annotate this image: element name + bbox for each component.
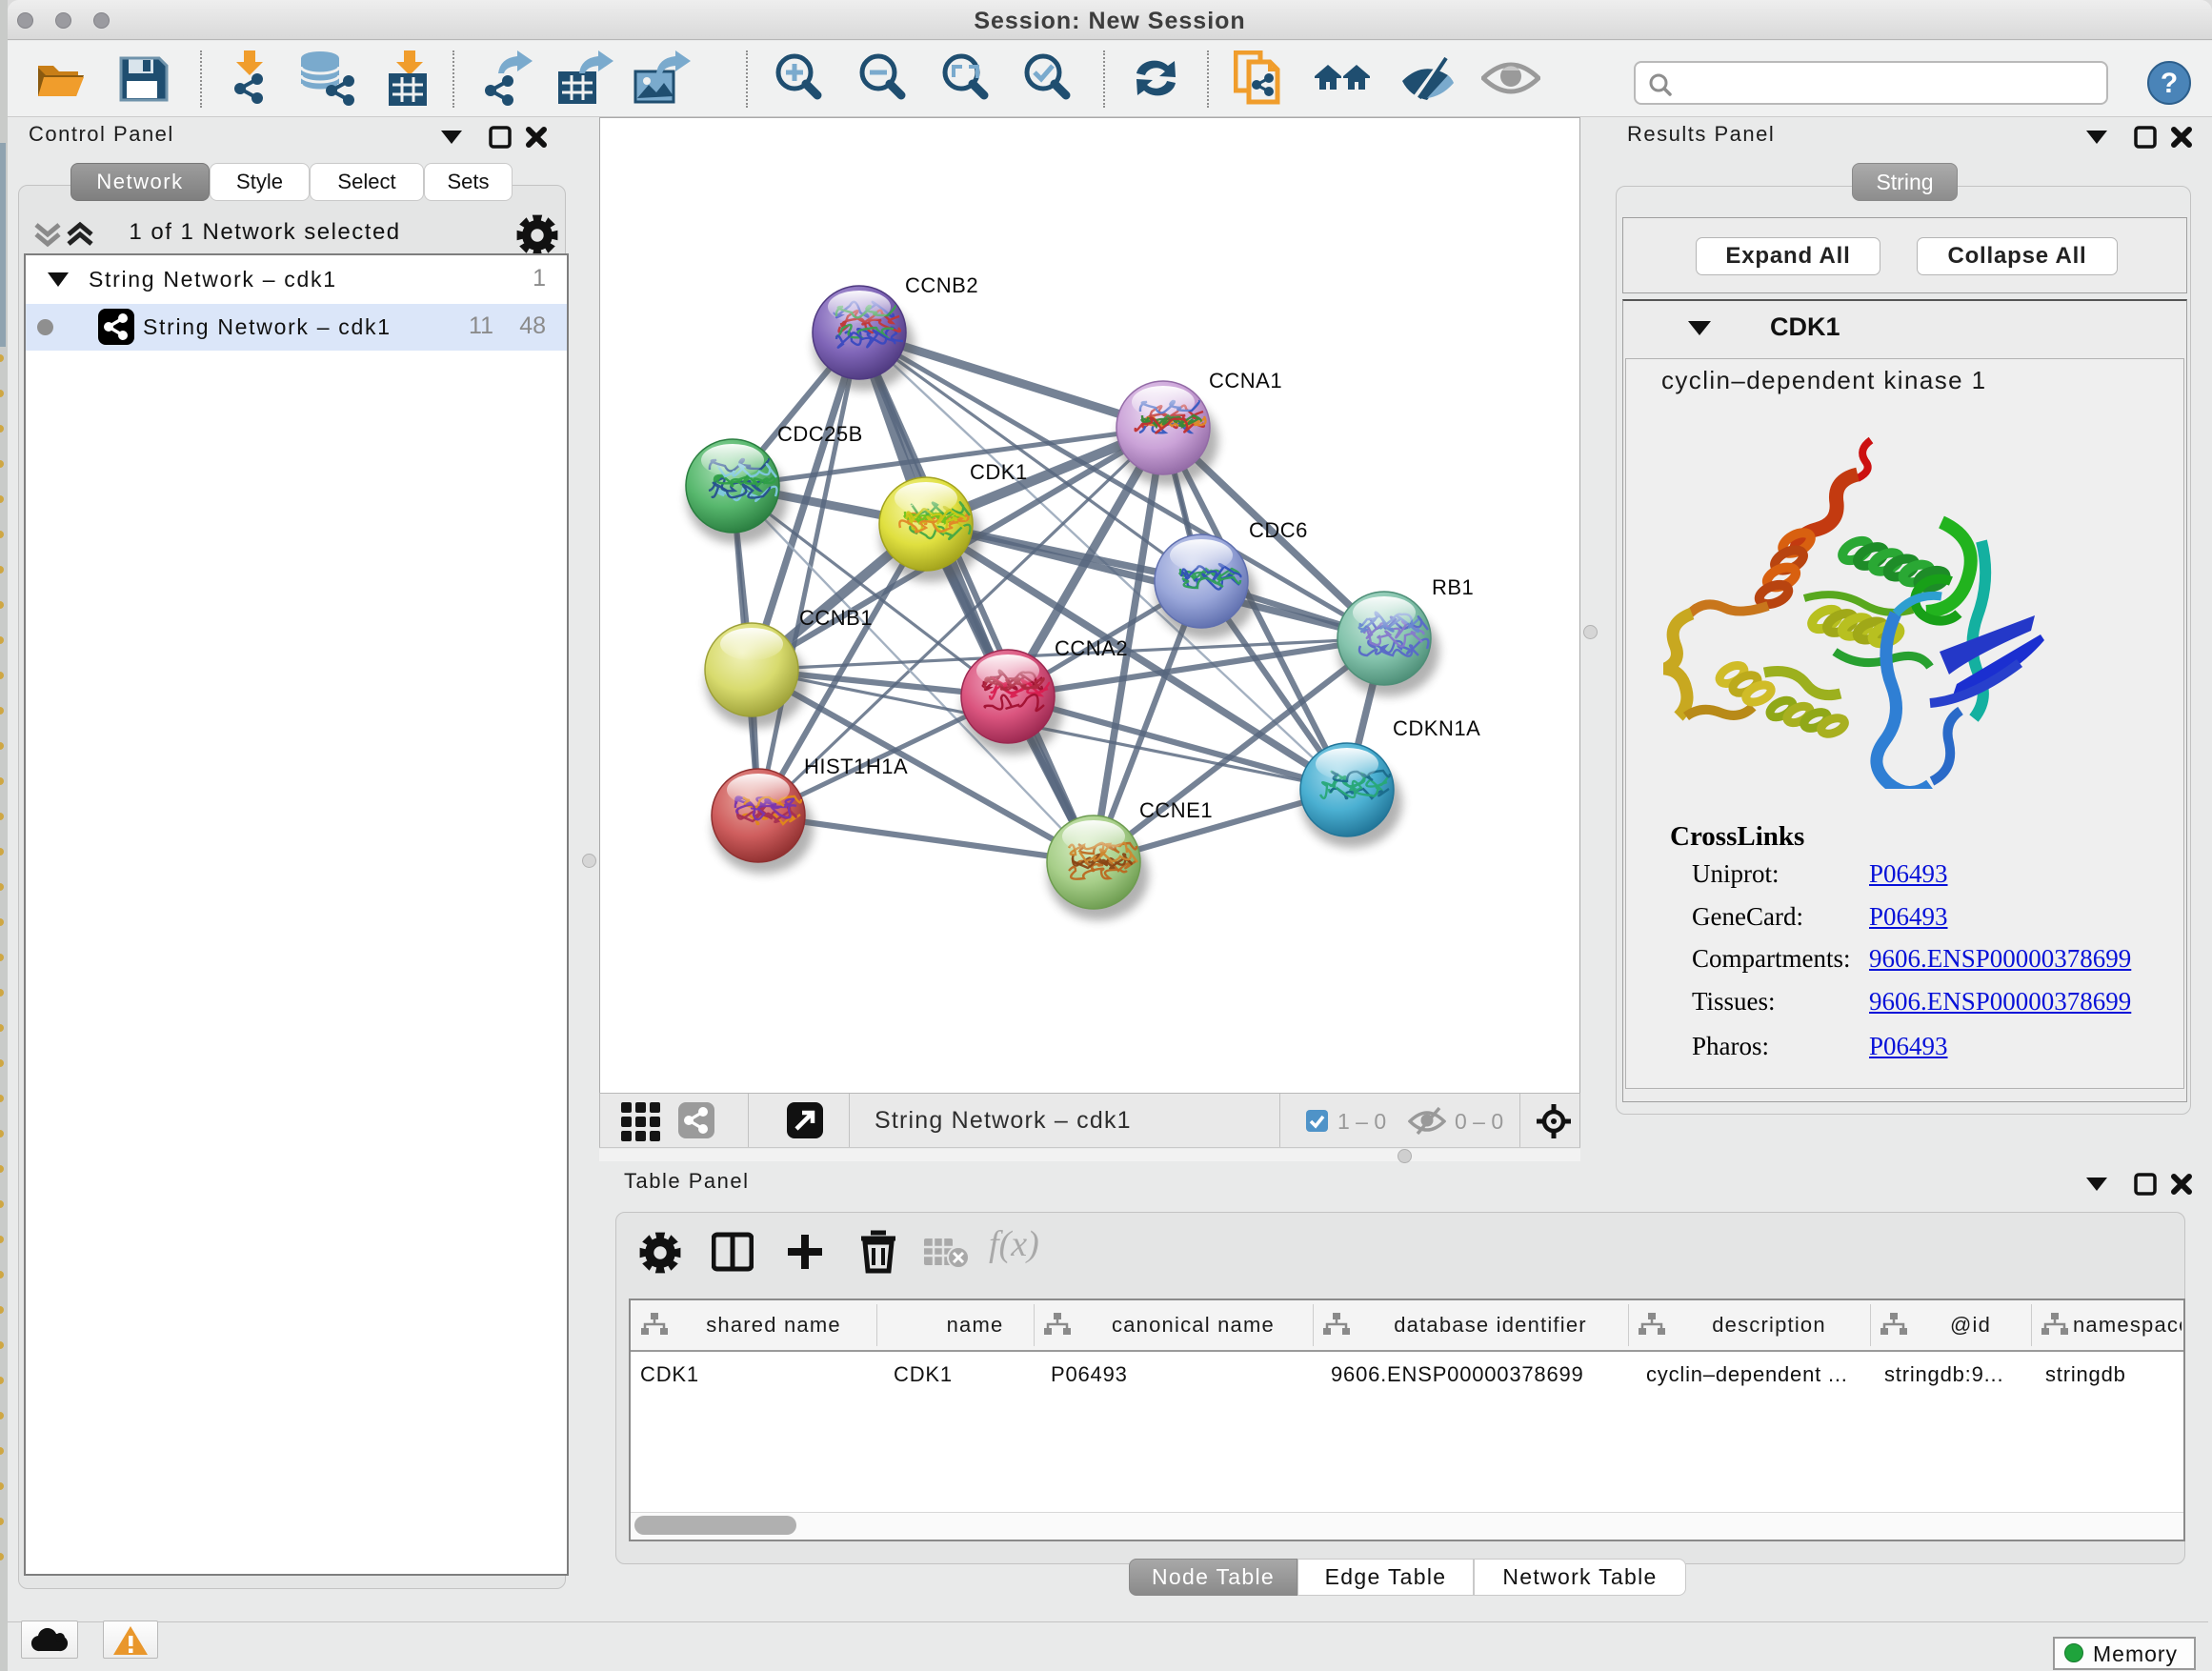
svg-text:CCNA1: CCNA1: [1209, 369, 1282, 393]
svg-text:CCNE1: CCNE1: [1139, 798, 1213, 822]
svg-text:CDC25B: CDC25B: [777, 422, 863, 446]
svg-text:CDKN1A: CDKN1A: [1393, 716, 1480, 740]
svg-text:CCNB2: CCNB2: [905, 273, 978, 297]
svg-text:CDC6: CDC6: [1249, 518, 1308, 542]
svg-text:HIST1H1A: HIST1H1A: [804, 755, 908, 778]
svg-text:CCNB1: CCNB1: [799, 606, 873, 630]
svg-text:CDK1: CDK1: [970, 460, 1028, 484]
svg-text:?: ?: [2161, 68, 2178, 99]
svg-text:RB1: RB1: [1432, 575, 1474, 599]
svg-text:CCNA2: CCNA2: [1055, 636, 1128, 660]
